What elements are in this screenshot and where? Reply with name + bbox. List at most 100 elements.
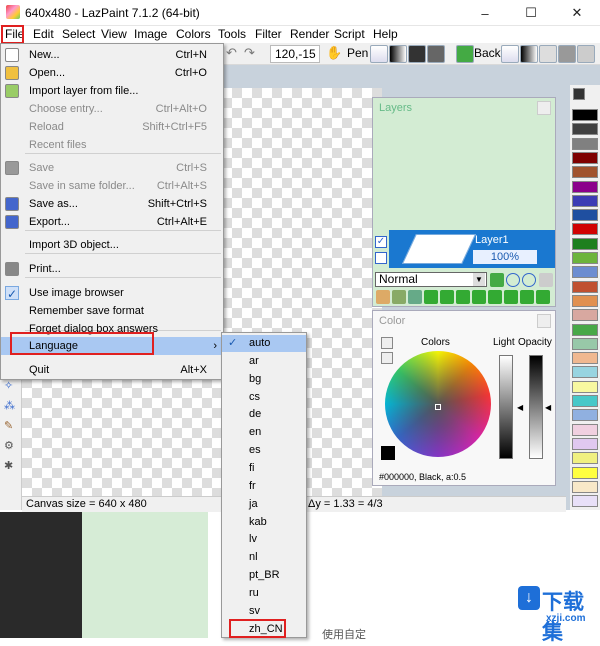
- file-menu-item-save-in-same-folder[interactable]: Save in same folder... Ctrl+Alt+S: [1, 177, 223, 195]
- opacity-handle-icon[interactable]: ◀: [545, 403, 551, 412]
- menu-script[interactable]: Script: [334, 26, 365, 43]
- palette-swatch[interactable]: [572, 123, 598, 136]
- language-item-lv[interactable]: lv: [222, 531, 306, 548]
- palette-swatch[interactable]: [572, 323, 598, 336]
- file-menu-item-export[interactable]: Export... Ctrl+Alt+E: [1, 213, 223, 231]
- select-tool-icon[interactable]: ✧: [4, 379, 18, 393]
- layer-flip-icon[interactable]: [440, 290, 454, 304]
- language-item-es[interactable]: es: [222, 442, 306, 459]
- back-fill-icon[interactable]: [501, 45, 519, 63]
- language-item-bg[interactable]: bg: [222, 371, 306, 388]
- file-menu-item-reload[interactable]: Reload Shift+Ctrl+F5: [1, 118, 223, 136]
- language-item-auto[interactable]: ✓ auto: [222, 335, 306, 352]
- menu-view[interactable]: View: [101, 26, 127, 43]
- lightness-handle-icon[interactable]: ◀: [517, 403, 523, 412]
- palette-swatch[interactable]: [572, 280, 598, 293]
- palette-swatch[interactable]: [572, 237, 598, 250]
- back-extra-icon[interactable]: [577, 45, 595, 63]
- layer-move-down-icon[interactable]: [472, 290, 486, 304]
- layers-panel-close-icon[interactable]: [537, 101, 551, 115]
- layer-visible-checkbox[interactable]: ✓: [375, 236, 387, 248]
- deform-tool-icon[interactable]: ✱: [4, 459, 18, 473]
- menu-edit[interactable]: Edit: [33, 26, 54, 43]
- wand-tool-icon[interactable]: ⁂: [4, 399, 18, 413]
- palette-swatch[interactable]: [572, 109, 598, 121]
- menu-tools[interactable]: Tools: [218, 26, 246, 43]
- color-panel-close-icon[interactable]: [537, 314, 551, 328]
- layer-merge-icon[interactable]: [408, 290, 422, 304]
- file-menu-item-open[interactable]: Open... Ctrl+O: [1, 64, 223, 82]
- palette-swatch[interactable]: [572, 223, 598, 236]
- file-menu-item-quit[interactable]: Quit Alt+X: [1, 361, 223, 379]
- palette-swatch[interactable]: [572, 480, 598, 493]
- menu-image[interactable]: Image: [134, 26, 167, 43]
- layer-crop-icon[interactable]: [520, 290, 534, 304]
- color-picker-icon[interactable]: [381, 352, 393, 364]
- file-menu-item-choose-entry[interactable]: Choose entry... Ctrl+Alt+O: [1, 100, 223, 118]
- palette-swatch[interactable]: [572, 495, 598, 508]
- language-item-en[interactable]: en: [222, 424, 306, 441]
- menu-select[interactable]: Select: [62, 26, 95, 43]
- maximize-button[interactable]: ☐: [508, 0, 554, 26]
- minimize-button[interactable]: –: [462, 0, 508, 26]
- language-item-pt-br[interactable]: pt_BR: [222, 567, 306, 584]
- file-menu-item-print[interactable]: Print...: [1, 260, 223, 278]
- swap-colors-icon[interactable]: [456, 45, 474, 63]
- back-texture-icon[interactable]: [558, 45, 576, 63]
- language-item-ru[interactable]: ru: [222, 585, 306, 602]
- file-menu-item-save[interactable]: Save Ctrl+S: [1, 159, 223, 177]
- menu-help[interactable]: Help: [373, 26, 398, 43]
- layer-up-icon[interactable]: [490, 273, 504, 287]
- palette-swatch[interactable]: [572, 137, 598, 150]
- palette-swatch[interactable]: [572, 452, 598, 465]
- palette-menu-icon[interactable]: [573, 88, 585, 100]
- opacity-slider[interactable]: [529, 355, 543, 459]
- menu-filter[interactable]: Filter: [255, 26, 282, 43]
- language-item-cs[interactable]: cs: [222, 389, 306, 406]
- palette-swatch[interactable]: [572, 151, 598, 164]
- color-wheel-cursor[interactable]: [435, 404, 441, 410]
- palette-swatch[interactable]: [572, 194, 598, 207]
- blend-mode-select[interactable]: Normal ▼: [375, 272, 487, 287]
- palette-swatch[interactable]: [572, 166, 598, 179]
- palette-swatch[interactable]: [572, 437, 598, 450]
- pen-gradient-icon[interactable]: [389, 45, 407, 63]
- delete-layer-icon[interactable]: [539, 273, 553, 287]
- menu-colors[interactable]: Colors: [176, 26, 211, 43]
- language-item-ar[interactable]: ar: [222, 353, 306, 370]
- language-item-ja[interactable]: ja: [222, 496, 306, 513]
- palette-swatch[interactable]: [572, 180, 598, 193]
- file-menu-item-recent-files[interactable]: Recent files: [1, 136, 223, 154]
- palette-swatch[interactable]: [572, 395, 598, 407]
- pen-texture-icon[interactable]: [427, 45, 445, 63]
- undo-icon[interactable]: ↶: [226, 45, 244, 63]
- layer-opacity[interactable]: 100%: [473, 250, 537, 264]
- color-mode-icon[interactable]: [381, 337, 393, 349]
- clone-tool-icon[interactable]: ⚙: [4, 439, 18, 453]
- language-item-kab[interactable]: kab: [222, 514, 306, 531]
- current-color-swatch[interactable]: [381, 446, 395, 460]
- palette-swatch[interactable]: [572, 409, 598, 422]
- file-menu-item-remember-save-format[interactable]: Remember save format: [1, 302, 223, 320]
- zoom-out-layer-icon[interactable]: [522, 273, 536, 287]
- layer-row[interactable]: Layer1 100%: [389, 230, 555, 268]
- pen-color-icon[interactable]: [408, 45, 426, 63]
- language-item-fr[interactable]: fr: [222, 478, 306, 495]
- file-menu-item-import-layer-from-file[interactable]: Import layer from file...: [1, 82, 223, 100]
- layer-distribute-icon[interactable]: [504, 290, 518, 304]
- zoom-in-layer-icon[interactable]: [506, 273, 520, 287]
- layer-move-up-icon[interactable]: [456, 290, 470, 304]
- palette-swatch[interactable]: [572, 366, 598, 379]
- layer-grid-icon[interactable]: [375, 252, 387, 264]
- palette-swatch[interactable]: [572, 209, 598, 222]
- redo-icon[interactable]: ↷: [244, 45, 262, 63]
- menu-render[interactable]: Render: [290, 26, 329, 43]
- lightness-slider[interactable]: [499, 355, 513, 459]
- file-menu-item-save-as[interactable]: Save as... Shift+Ctrl+S: [1, 195, 223, 213]
- file-menu-item-use-image-browser[interactable]: ✓ Use image browser: [1, 284, 223, 302]
- file-menu-item-import-3d-object[interactable]: Import 3D object...: [1, 236, 223, 254]
- palette-swatch[interactable]: [572, 423, 598, 436]
- palette-swatch[interactable]: [572, 352, 598, 365]
- palette-swatch[interactable]: [572, 466, 598, 479]
- brush-tool-icon[interactable]: ✎: [4, 419, 18, 433]
